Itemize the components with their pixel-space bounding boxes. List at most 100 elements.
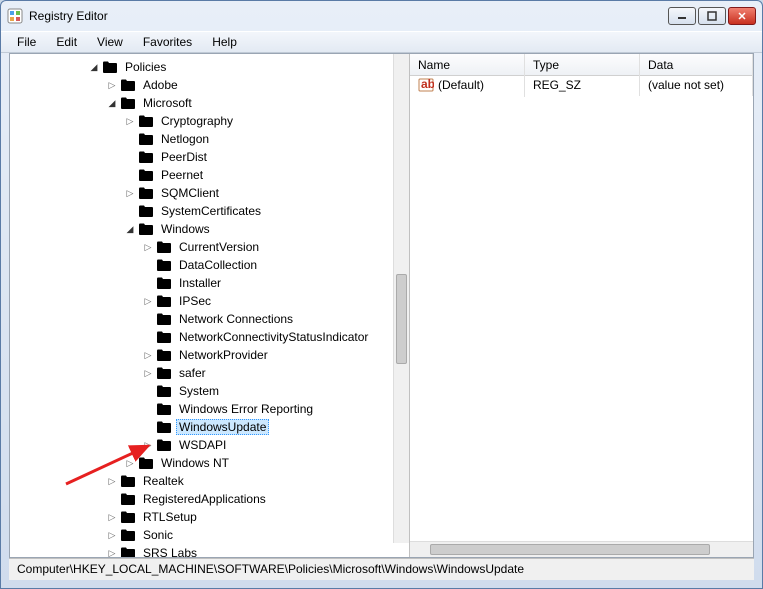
tree-node-label[interactable]: Policies (122, 59, 169, 75)
menu-favorites[interactable]: Favorites (135, 33, 200, 51)
menu-file[interactable]: File (9, 33, 44, 51)
folder-icon (156, 438, 172, 452)
tree-node-label[interactable]: IPSec (176, 293, 214, 309)
tree-node[interactable]: Netlogon (10, 130, 409, 148)
tree-node-label[interactable]: NetworkProvider (176, 347, 271, 363)
tree-node[interactable]: Installer (10, 274, 409, 292)
list-scrollbar-horizontal[interactable] (410, 541, 753, 557)
tree-node-label[interactable]: Windows Error Reporting (176, 401, 316, 417)
menubar: File Edit View Favorites Help (1, 31, 762, 53)
list-rows[interactable]: (Default)REG_SZ(value not set) (410, 76, 753, 94)
tree-node[interactable]: PeerDist (10, 148, 409, 166)
tree-node-label[interactable]: RegisteredApplications (140, 491, 269, 507)
tree-node-label[interactable]: Sonic (140, 527, 176, 543)
tree-node-label[interactable]: WindowsUpdate (176, 419, 269, 435)
tree-node[interactable]: SystemCertificates (10, 202, 409, 220)
titlebar[interactable]: Registry Editor (1, 1, 762, 31)
column-type[interactable]: Type (525, 54, 640, 75)
scrollbar-thumb[interactable] (396, 274, 407, 364)
list-row[interactable]: (Default)REG_SZ(value not set) (410, 76, 753, 94)
tree-node-label[interactable]: SRS Labs (140, 545, 200, 557)
expand-icon[interactable] (142, 295, 154, 307)
tree-node-label[interactable]: PeerDist (158, 149, 210, 165)
maximize-button[interactable] (698, 7, 726, 25)
value-data: (value not set) (640, 74, 753, 96)
tree-node-label[interactable]: Installer (176, 275, 224, 291)
tree-node[interactable]: DataCollection (10, 256, 409, 274)
tree-node-label[interactable]: Windows NT (158, 455, 232, 471)
tree-node-label[interactable]: SystemCertificates (158, 203, 264, 219)
tree-node[interactable]: Sonic (10, 526, 409, 544)
expand-icon[interactable] (142, 349, 154, 361)
tree-node-label[interactable]: Network Connections (176, 311, 296, 327)
tree-node-label[interactable]: System (176, 383, 222, 399)
tree-node-label[interactable]: DataCollection (176, 257, 260, 273)
expand-icon[interactable] (124, 187, 136, 199)
tree-node[interactable]: Windows Error Reporting (10, 400, 409, 418)
folder-icon (138, 456, 154, 470)
tree-node-label[interactable]: Cryptography (158, 113, 236, 129)
tree-node[interactable]: WindowsUpdate (10, 418, 409, 436)
tree-node[interactable]: Realtek (10, 472, 409, 490)
expand-icon[interactable] (124, 457, 136, 469)
expand-icon[interactable] (142, 367, 154, 379)
menu-help[interactable]: Help (204, 33, 245, 51)
folder-icon (120, 546, 136, 557)
tree-node[interactable]: Policies (10, 58, 409, 76)
tree-node-label[interactable]: CurrentVersion (176, 239, 262, 255)
folder-icon (156, 258, 172, 272)
scrollbar-thumb[interactable] (430, 544, 710, 555)
tree-scrollbar-vertical[interactable] (393, 54, 409, 543)
column-data[interactable]: Data (640, 54, 753, 75)
tree-node[interactable]: Adobe (10, 76, 409, 94)
tree-node[interactable]: WSDAPI (10, 436, 409, 454)
tree-node-label[interactable]: Netlogon (158, 131, 212, 147)
expand-icon[interactable] (124, 115, 136, 127)
tree-node-label[interactable]: SQMClient (158, 185, 222, 201)
tree-node-label[interactable]: Adobe (140, 77, 181, 93)
collapse-icon[interactable] (124, 223, 136, 235)
collapse-icon[interactable] (106, 97, 118, 109)
tree-node[interactable]: RegisteredApplications (10, 490, 409, 508)
expand-icon[interactable] (142, 439, 154, 451)
expand-icon[interactable] (106, 79, 118, 91)
column-name[interactable]: Name (410, 54, 525, 75)
menu-edit[interactable]: Edit (48, 33, 85, 51)
collapse-icon[interactable] (88, 61, 100, 73)
expand-icon[interactable] (106, 475, 118, 487)
tree-node[interactable]: SQMClient (10, 184, 409, 202)
tree-node[interactable]: Peernet (10, 166, 409, 184)
tree-node-label[interactable]: Peernet (158, 167, 206, 183)
tree-node-label[interactable]: Windows (158, 221, 213, 237)
tree-node-label[interactable]: safer (176, 365, 209, 381)
tree-node[interactable]: NetworkConnectivityStatusIndicator (10, 328, 409, 346)
tree-node[interactable]: IPSec (10, 292, 409, 310)
tree-node[interactable]: Windows (10, 220, 409, 238)
expand-icon[interactable] (106, 511, 118, 523)
expand-icon[interactable] (106, 547, 118, 557)
tree-node-label[interactable]: NetworkConnectivityStatusIndicator (176, 329, 371, 345)
registry-tree[interactable]: Policies Adobe Microsoft Cryptography Netlog… (10, 54, 409, 557)
tree-node[interactable]: System (10, 382, 409, 400)
expand-icon[interactable] (106, 529, 118, 541)
tree-node[interactable]: Cryptography (10, 112, 409, 130)
tree-node-label[interactable]: Realtek (140, 473, 187, 489)
folder-icon (156, 348, 172, 362)
tree-node[interactable]: Network Connections (10, 310, 409, 328)
tree-node[interactable]: Microsoft (10, 94, 409, 112)
folder-icon (138, 186, 154, 200)
tree-node[interactable]: SRS Labs (10, 544, 409, 557)
tree-node-label[interactable]: WSDAPI (176, 437, 229, 453)
minimize-button[interactable] (668, 7, 696, 25)
folder-icon (138, 168, 154, 182)
tree-node-label[interactable]: RTLSetup (140, 509, 200, 525)
tree-node[interactable]: safer (10, 364, 409, 382)
tree-node-label[interactable]: Microsoft (140, 95, 195, 111)
expand-icon[interactable] (142, 241, 154, 253)
tree-node[interactable]: CurrentVersion (10, 238, 409, 256)
tree-node[interactable]: RTLSetup (10, 508, 409, 526)
menu-view[interactable]: View (89, 33, 131, 51)
tree-node[interactable]: Windows NT (10, 454, 409, 472)
close-button[interactable] (728, 7, 756, 25)
tree-node[interactable]: NetworkProvider (10, 346, 409, 364)
